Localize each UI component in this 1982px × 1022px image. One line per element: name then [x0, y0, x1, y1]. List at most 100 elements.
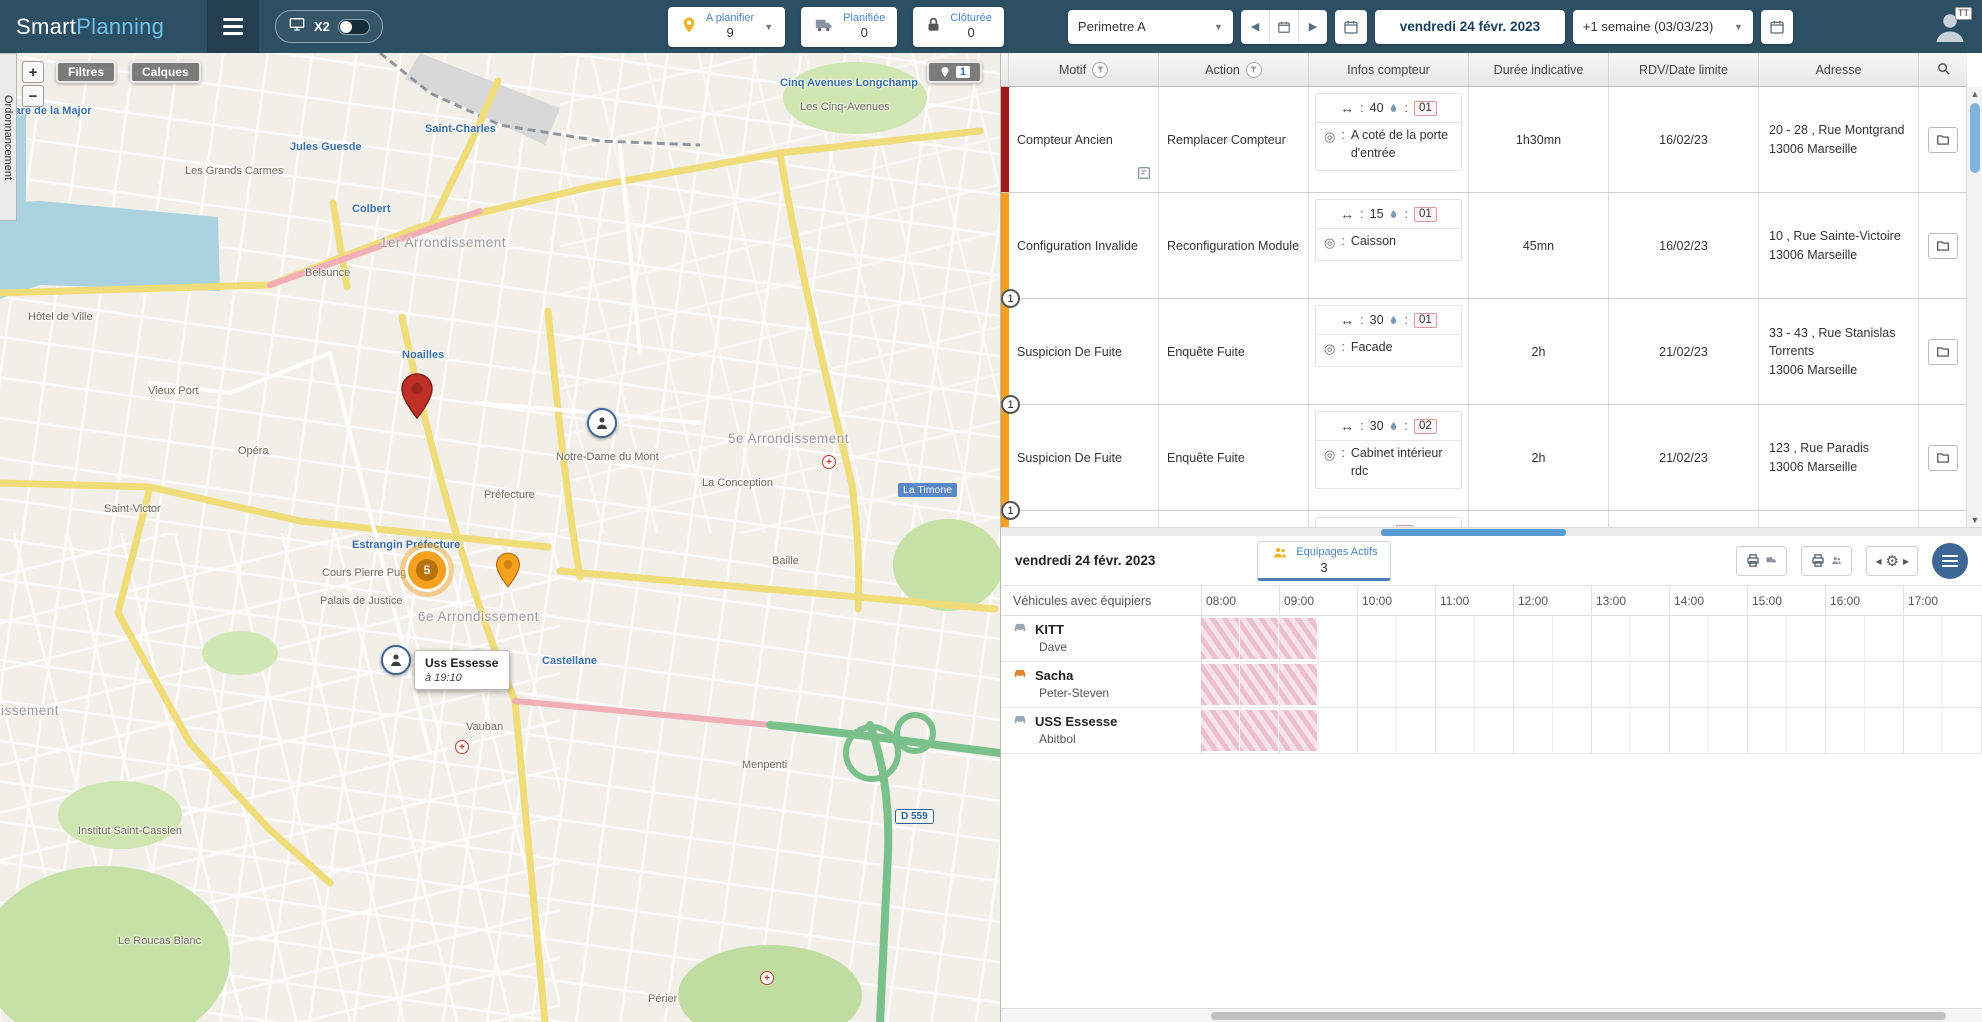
scrollbar-thumb[interactable]	[1381, 529, 1566, 536]
filter-funnel-icon[interactable]	[1092, 61, 1109, 78]
red-pin-marker[interactable]	[400, 373, 434, 424]
table-vertical-scrollbar[interactable]: ▲ ▼	[1966, 87, 1982, 527]
severity-bar	[1001, 193, 1009, 298]
header-action: Action	[1159, 53, 1309, 86]
vehicle-cell[interactable]: USS Essesse Abitbol	[1001, 708, 1201, 753]
meter-icon	[1390, 103, 1396, 112]
print-vehicles-button[interactable]	[1736, 545, 1788, 576]
chevron-down-icon: ▼	[1214, 21, 1223, 32]
range-icon: ↔	[1340, 312, 1355, 328]
topbar: SmartPlanning X2 A planifier 9 ▼ Planifi…	[0, 0, 1982, 53]
agent-marker[interactable]	[381, 645, 411, 675]
scroll-up-arrow[interactable]: ▲	[1967, 89, 1982, 99]
gantt-time-header: 08:00 09:00 10:00 11:00 12:00 13:00 14:00 15:00…	[1201, 586, 1982, 615]
agent-marker[interactable]	[587, 408, 617, 438]
gantt-empty-area	[1001, 754, 1982, 1008]
table-row[interactable]: Compteur Ancien Remplacer Compteur ↔:40 …	[1001, 87, 1967, 193]
filters-button[interactable]: Filtres	[56, 61, 117, 83]
scrollbar-thumb[interactable]	[1211, 1012, 1946, 1020]
marker-count-control[interactable]: 1	[926, 61, 982, 83]
next-day-button[interactable]: ▶	[1297, 9, 1327, 44]
open-folder-button[interactable]	[1928, 126, 1958, 153]
gantt-settings-pager[interactable]: ◂ ⚙ ▸	[1866, 545, 1918, 576]
scroll-down-arrow[interactable]: ▼	[1967, 515, 1982, 525]
location-icon: ◎	[1324, 341, 1336, 356]
ordonnancement-tab[interactable]: Ordonnancement	[0, 53, 17, 221]
header-infos: Infos compteur	[1309, 53, 1469, 86]
table-horizontal-scrollbar[interactable]	[1001, 527, 1982, 536]
search-icon[interactable]	[1936, 61, 1951, 79]
time-label: 17:00	[1903, 586, 1981, 615]
equipages-actifs-card[interactable]: Equipages Actifs 3	[1257, 540, 1391, 581]
calendar-week-button[interactable]	[1760, 9, 1793, 44]
menu-button[interactable]	[207, 0, 259, 53]
time-label: 08:00	[1201, 586, 1279, 615]
filter-funnel-icon[interactable]	[1245, 61, 1262, 78]
cluster-count: 5	[416, 559, 438, 581]
table-row[interactable]: Configuration Invalide Reconfiguration M…	[1001, 193, 1967, 299]
address-cell: 123 , Rue Paradis 13006 Marseille	[1759, 405, 1919, 510]
meter-icon	[1390, 421, 1396, 430]
status-cloturee-button[interactable]: Clôturée 0	[913, 6, 1004, 47]
duration-cell: 45mn	[1469, 193, 1609, 298]
meter-icon	[1390, 315, 1396, 324]
status-a-planifier-button[interactable]: A planifier 9 ▼	[667, 6, 786, 47]
calendar-picker-button[interactable]	[1334, 9, 1367, 44]
zoom-in-button[interactable]: +	[22, 61, 44, 83]
week-select[interactable]: +1 semaine (03/03/23) ▼	[1572, 9, 1753, 44]
motif-cell: Configuration Invalide	[1009, 193, 1159, 298]
gantt-horizontal-scrollbar[interactable]	[1001, 1008, 1982, 1022]
gantt-actions: ◂ ⚙ ▸	[1736, 542, 1968, 579]
zoom-out-button[interactable]: −	[22, 85, 44, 107]
prev-day-button[interactable]: ◀	[1241, 10, 1269, 44]
range-icon: ↔	[1340, 100, 1355, 116]
note-icon[interactable]	[1136, 165, 1152, 184]
gantt-timeline[interactable]	[1201, 662, 1982, 707]
pager-left-icon[interactable]: ◂	[1875, 554, 1881, 568]
table-row[interactable]: 1 ↔:	[1001, 501, 1967, 527]
map[interactable]: Ordonnancement + − Filtres Calques 1 Gar…	[0, 53, 1000, 1022]
print-teams-button[interactable]	[1801, 545, 1853, 576]
action-cell	[1159, 511, 1309, 527]
table-row[interactable]: 1 Suspicion De Fuite Enquête Fuite ↔:30 …	[1001, 289, 1967, 405]
location-icon: ◎	[1324, 447, 1336, 462]
gantt-row: USS Essesse Abitbol	[1001, 708, 1982, 754]
status-count: 9	[726, 25, 734, 41]
pager-right-icon[interactable]: ▸	[1903, 554, 1909, 568]
folder-cell	[1919, 87, 1967, 192]
week-value: +1 semaine (03/03/23)	[1582, 19, 1714, 34]
table-row[interactable]: 1 Suspicion De Fuite Enquête Fuite ↔:30 …	[1001, 395, 1967, 511]
cluster-marker[interactable]: 5	[405, 548, 449, 592]
duration-cell: 2h	[1469, 405, 1609, 510]
address-cell: 20 - 28 , Rue Montgrand 13006 Marseille	[1759, 87, 1919, 192]
car-icon	[1011, 666, 1029, 685]
open-folder-button[interactable]	[1928, 444, 1958, 471]
gantt-menu-button[interactable]	[1932, 542, 1968, 579]
x2-toggle-control[interactable]: X2	[275, 10, 383, 43]
gantt-timeline[interactable]	[1201, 708, 1982, 753]
orange-pin-marker[interactable]	[495, 552, 521, 593]
status-planifiee-button[interactable]: Planifiée 0	[801, 6, 898, 47]
location-icon: ◎	[1324, 129, 1336, 144]
vehicle-cell[interactable]: KITT Dave	[1001, 616, 1201, 661]
user-avatar[interactable]: TT	[1932, 6, 1972, 45]
x2-toggle[interactable]	[337, 18, 370, 35]
status-label: Clôturée	[950, 11, 992, 24]
scrollbar-thumb[interactable]	[1970, 103, 1980, 173]
open-folder-button[interactable]	[1928, 232, 1958, 259]
perimeter-select[interactable]: Perimetre A ▼	[1067, 9, 1233, 44]
gear-icon[interactable]: ⚙	[1886, 552, 1899, 570]
vehicle-name: KITT	[1035, 622, 1064, 637]
time-label: 11:00	[1435, 586, 1513, 615]
current-date-display[interactable]: vendredi 24 févr. 2023	[1374, 9, 1565, 44]
pin-icon	[680, 15, 698, 38]
car-icon	[1011, 620, 1029, 639]
meter-info-cell: ↔:15 :01 ◎: Caisson	[1309, 193, 1469, 298]
gantt-row: KITT Dave	[1001, 616, 1982, 662]
layers-button[interactable]: Calques	[130, 61, 201, 83]
gantt-timeline[interactable]	[1201, 616, 1982, 661]
vehicle-cell[interactable]: Sacha Peter-Steven	[1001, 662, 1201, 707]
folder-cell	[1919, 299, 1967, 404]
calendar-today-button[interactable]	[1268, 9, 1298, 44]
open-folder-button[interactable]	[1928, 338, 1958, 365]
